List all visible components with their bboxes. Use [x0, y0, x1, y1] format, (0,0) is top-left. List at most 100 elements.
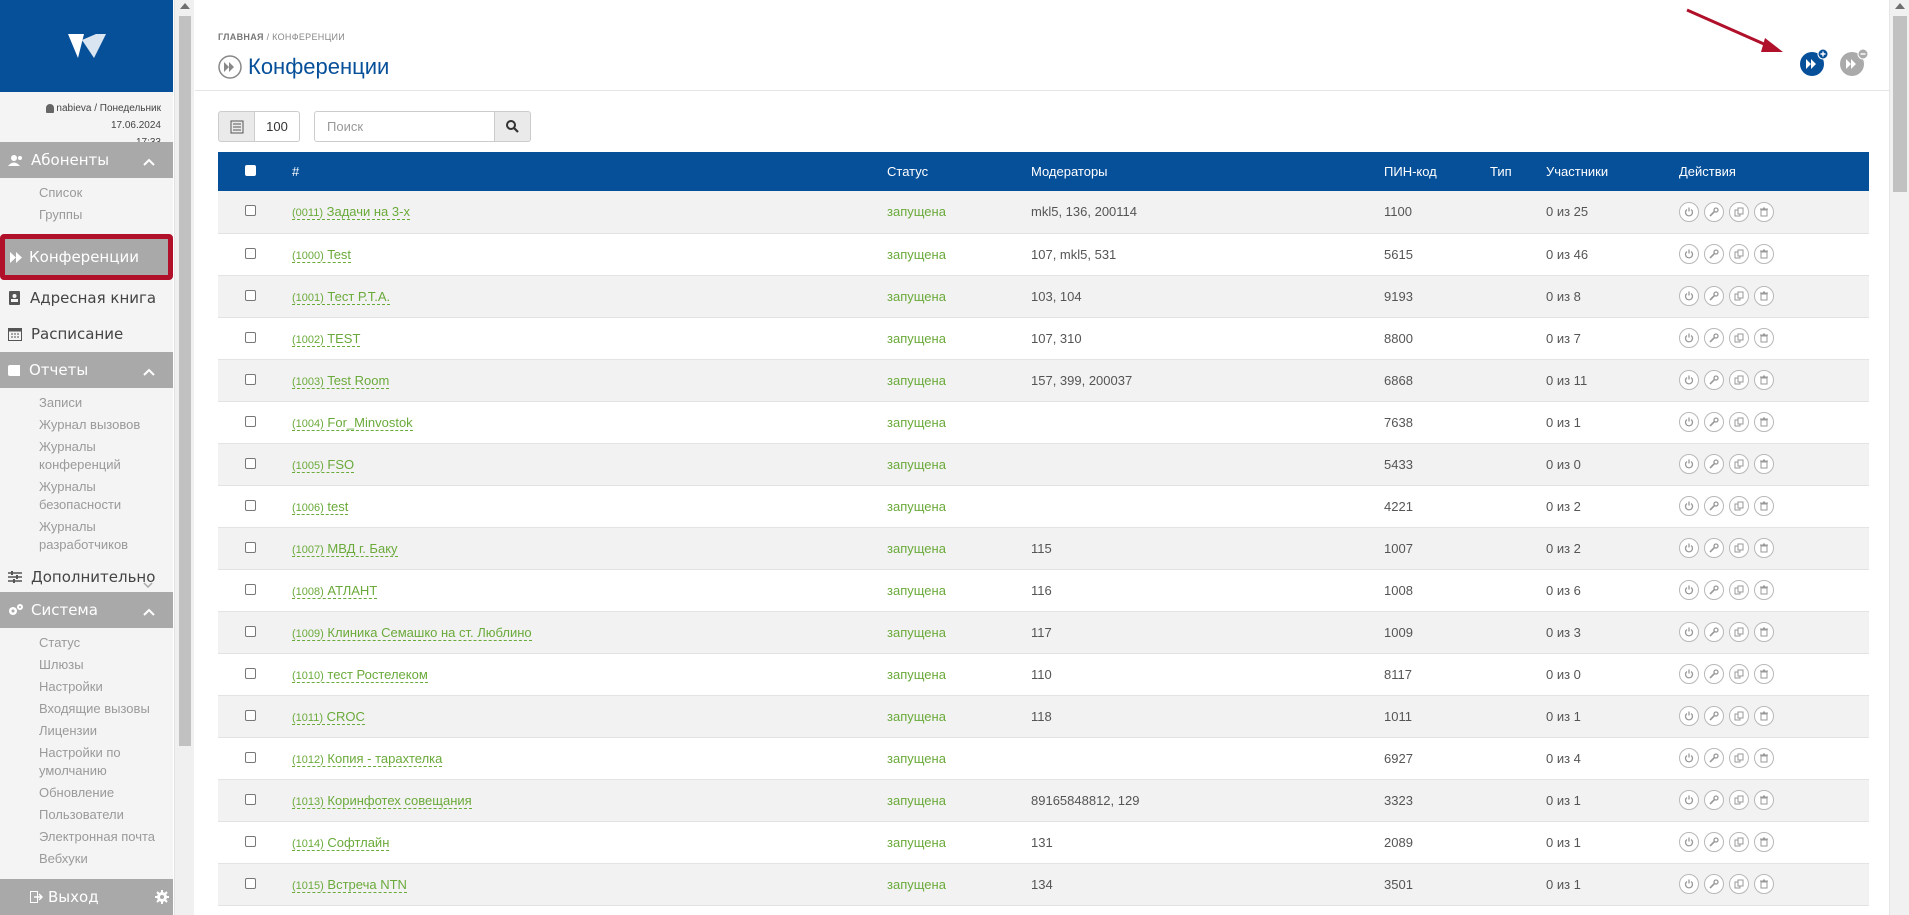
conference-link[interactable]: (1002) TEST: [292, 330, 361, 347]
row-checkbox[interactable]: [245, 415, 256, 427]
row-checkbox[interactable]: [245, 751, 256, 763]
conference-link[interactable]: (1012) Копия - тарахтелка: [292, 750, 443, 767]
conference-link[interactable]: (0011) Задачи на 3-х: [292, 204, 410, 221]
delete-button[interactable]: [1754, 454, 1774, 474]
conference-link[interactable]: (1009) Клиника Семашко на ст. Люблино: [292, 624, 532, 641]
delete-button[interactable]: [1754, 790, 1774, 810]
scrollbar-thumb[interactable]: [1893, 16, 1907, 192]
edit-button[interactable]: [1704, 328, 1724, 348]
toggle-button[interactable]: [1679, 706, 1699, 726]
conference-link[interactable]: (1006) test: [292, 498, 349, 515]
copy-button[interactable]: [1729, 496, 1749, 516]
copy-button[interactable]: [1729, 286, 1749, 306]
toggle-button[interactable]: [1679, 832, 1699, 852]
conference-link[interactable]: (1011) CROC: [292, 708, 365, 725]
sidebar-item-call-log[interactable]: Журнал вызовов: [39, 416, 173, 434]
toggle-button[interactable]: [1679, 664, 1699, 684]
edit-button[interactable]: [1704, 412, 1724, 432]
copy-button[interactable]: [1729, 454, 1749, 474]
edit-button[interactable]: [1704, 538, 1724, 558]
sidebar-item-schedule[interactable]: Расписание: [0, 316, 173, 352]
delete-button[interactable]: [1754, 286, 1774, 306]
copy-button[interactable]: [1729, 412, 1749, 432]
delete-button[interactable]: [1754, 622, 1774, 642]
toggle-button[interactable]: [1679, 201, 1699, 222]
sidebar-item-addressbook[interactable]: Адресная книга: [0, 280, 173, 316]
row-checkbox[interactable]: [245, 499, 256, 511]
toggle-button[interactable]: [1679, 538, 1699, 558]
sidebar-item-licenses[interactable]: Лицензии: [39, 722, 173, 740]
edit-button[interactable]: [1704, 622, 1724, 642]
delete-button[interactable]: [1754, 328, 1774, 348]
col-header-pin[interactable]: ПИН-код: [1384, 152, 1490, 191]
sidebar-item-status[interactable]: Статус: [39, 634, 173, 652]
copy-button[interactable]: [1729, 748, 1749, 768]
edit-button[interactable]: [1704, 454, 1724, 474]
copy-button[interactable]: [1729, 580, 1749, 600]
delete-button[interactable]: [1754, 244, 1774, 264]
row-checkbox[interactable]: [245, 793, 256, 805]
delete-button[interactable]: [1754, 874, 1774, 894]
delete-button[interactable]: [1754, 496, 1774, 516]
scroll-up-arrow-icon[interactable]: [1895, 3, 1905, 9]
conference-link[interactable]: (1004) For_Minvostok: [292, 414, 413, 431]
copy-button[interactable]: [1729, 201, 1749, 222]
search-button[interactable]: [495, 111, 531, 142]
delete-button[interactable]: [1754, 832, 1774, 852]
edit-button[interactable]: [1704, 286, 1724, 306]
copy-button[interactable]: [1729, 874, 1749, 894]
sidebar-item-defaults[interactable]: Настройки по умолчанию: [39, 744, 173, 780]
conference-link[interactable]: (1010) тест Ростелеком: [292, 666, 428, 683]
logout-button[interactable]: Выход: [0, 879, 173, 915]
scrollbar-thumb[interactable]: [179, 16, 191, 746]
conference-link[interactable]: (1007) МВД г. Баку: [292, 540, 398, 557]
toggle-button[interactable]: [1679, 790, 1699, 810]
row-checkbox[interactable]: [245, 331, 256, 343]
edit-button[interactable]: [1704, 832, 1724, 852]
edit-button[interactable]: [1704, 748, 1724, 768]
copy-button[interactable]: [1729, 706, 1749, 726]
conference-link[interactable]: (1015) Встреча NTN: [292, 876, 407, 893]
sidebar-section-extra[interactable]: Дополнительно: [0, 562, 173, 592]
edit-button[interactable]: [1704, 370, 1724, 390]
scroll-up-arrow-icon[interactable]: [180, 3, 190, 9]
row-checkbox[interactable]: [245, 541, 256, 553]
copy-button[interactable]: [1729, 832, 1749, 852]
row-checkbox[interactable]: [245, 583, 256, 595]
toggle-button[interactable]: [1679, 580, 1699, 600]
sidebar-item-incoming-calls[interactable]: Входящие вызовы: [39, 700, 173, 718]
col-header-status[interactable]: Статус: [887, 152, 1031, 191]
toggle-button[interactable]: [1679, 748, 1699, 768]
delete-button[interactable]: [1754, 664, 1774, 684]
breadcrumb-home[interactable]: ГЛАВНАЯ: [218, 32, 264, 42]
row-checkbox[interactable]: [245, 373, 256, 385]
row-checkbox[interactable]: [245, 289, 256, 301]
copy-button[interactable]: [1729, 664, 1749, 684]
chevron-down-icon[interactable]: [143, 574, 153, 592]
copy-button[interactable]: [1729, 244, 1749, 264]
row-checkbox[interactable]: [245, 247, 256, 259]
sidebar-item-gateways[interactable]: Шлюзы: [39, 656, 173, 674]
row-checkbox[interactable]: [245, 457, 256, 469]
col-header-num[interactable]: #: [292, 152, 887, 191]
conference-link[interactable]: (1005) FSO: [292, 456, 355, 473]
conference-link[interactable]: (1003) Test Room: [292, 372, 390, 389]
edit-button[interactable]: [1704, 706, 1724, 726]
sidebar-item-email[interactable]: Электронная почта: [39, 828, 173, 846]
sidebar-item-developer-logs[interactable]: Журналы разработчиков: [39, 518, 173, 554]
edit-button[interactable]: [1704, 496, 1724, 516]
sidebar-item-conferences[interactable]: Конференции: [5, 239, 168, 275]
search-input[interactable]: Поиск: [314, 111, 495, 142]
edit-button[interactable]: [1704, 664, 1724, 684]
copy-button[interactable]: [1729, 370, 1749, 390]
conference-link[interactable]: (1001) Тест Р.Т.А.: [292, 288, 391, 305]
toggle-button[interactable]: [1679, 622, 1699, 642]
sidebar-item-records[interactable]: Записи: [39, 394, 173, 412]
sidebar-item-settings[interactable]: Настройки: [39, 678, 173, 696]
conference-link[interactable]: (1008) АТЛАНТ: [292, 582, 378, 599]
sidebar-item-list[interactable]: Список: [39, 184, 173, 202]
toggle-button[interactable]: [1679, 370, 1699, 390]
sidebar-item-security-logs[interactable]: Журналы безопасности: [39, 478, 173, 514]
sidebar-item-update[interactable]: Обновление: [39, 784, 173, 802]
chevron-up-icon[interactable]: [143, 362, 155, 380]
